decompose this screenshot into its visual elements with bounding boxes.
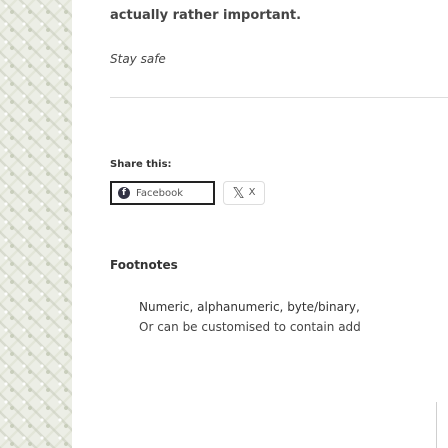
facebook-share-button[interactable]: f Facebook [110, 181, 215, 205]
section-divider [110, 97, 448, 98]
intro-text: actually rather important. [110, 8, 302, 23]
footnote-text: Or can be customised to contain add [139, 320, 361, 334]
footnotes-heading: Footnotes [110, 258, 178, 272]
x-share-label: X [248, 187, 256, 198]
share-title: Share this: [110, 159, 172, 170]
signoff-text: Stay safe [110, 52, 166, 66]
footnote-item: Or can be customised to contain add [139, 317, 448, 337]
left-decorative-pattern [0, 0, 72, 448]
footnote-text: Numeric, alphanumeric, byte/binary, [139, 300, 360, 314]
footnotes-list: Numeric, alphanumeric, byte/binary, Or c… [110, 297, 448, 337]
x-icon: 𝕏 [232, 183, 245, 202]
vertical-divider-line [436, 402, 437, 448]
facebook-share-label: Facebook [136, 187, 183, 199]
footnote-item: Numeric, alphanumeric, byte/binary, [139, 297, 448, 317]
x-share-button[interactable]: 𝕏 X [223, 181, 265, 205]
facebook-icon: f [118, 187, 130, 199]
article-content: actually rather important. Stay safe Sha… [110, 0, 448, 448]
